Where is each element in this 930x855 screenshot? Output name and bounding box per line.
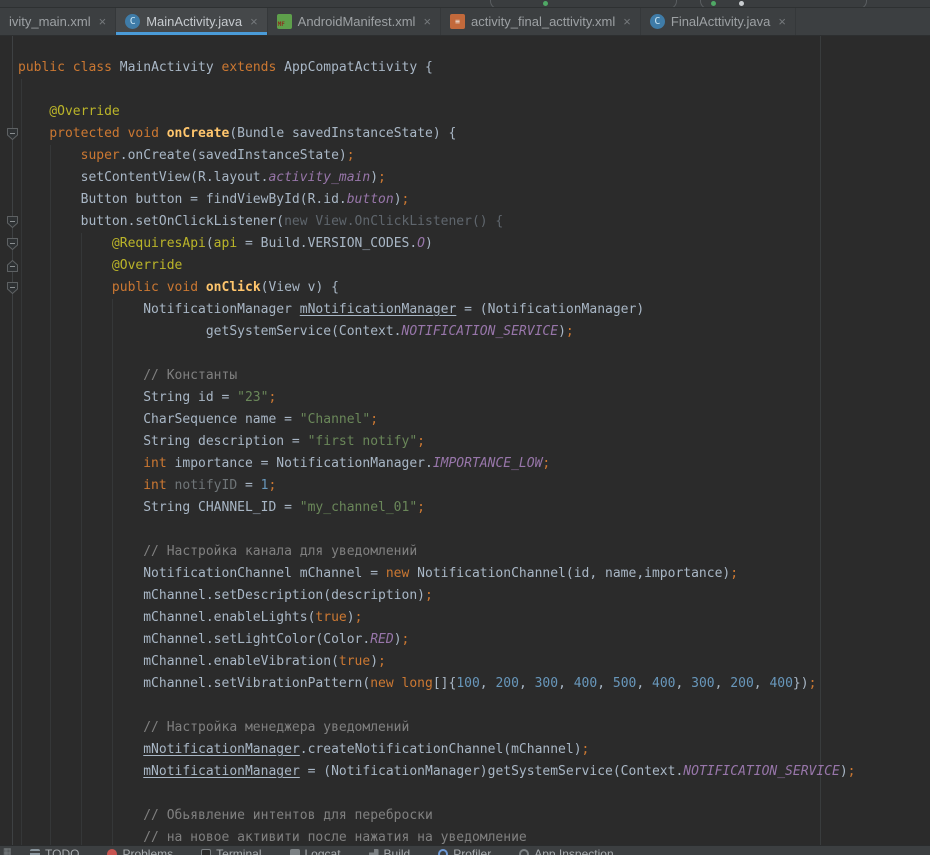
code-line-14 — [18, 343, 930, 365]
fold-collapse-up-icon[interactable] — [6, 259, 19, 273]
toolwindow-button-label: Profiler — [453, 847, 491, 855]
toolwindow-button-label: TODO — [45, 847, 79, 855]
tool-window-stack-icon[interactable]: ▦ — [3, 846, 12, 855]
tool-window-bar: ▦ TODO Problems Terminal Logcat Build Profile… — [0, 845, 930, 855]
code-line-34 — [18, 783, 930, 805]
code-line-7: Button button = findViewById(R.id.button… — [18, 189, 930, 211]
main-toolbar-partial — [0, 0, 930, 8]
tab-label: ivity_main.xml — [9, 14, 91, 29]
code-line-21: String CHANNEL_ID = "my_channel_01"; — [18, 497, 930, 519]
tab-label: AndroidManifest.xml — [298, 14, 416, 29]
code-line-26: mChannel.enableLights(true); — [18, 607, 930, 629]
toolwindow-button-todo[interactable]: TODO — [30, 847, 79, 855]
code-line-3: @Override — [18, 101, 930, 123]
code-line-28: mChannel.enableVibration(true); — [18, 651, 930, 673]
code-line-29: mChannel.setVibrationPattern(new long[]{… — [18, 673, 930, 695]
code-line-25: mChannel.setDescription(description); — [18, 585, 930, 607]
terminal-icon — [201, 849, 211, 855]
toolwindow-button-problems[interactable]: Problems — [107, 847, 173, 855]
fold-collapse-down-icon[interactable] — [6, 281, 19, 295]
tab-label: FinalActtivity.java — [671, 14, 770, 29]
code-line-4: protected void onCreate(Bundle savedInst… — [18, 123, 930, 145]
toolwindow-button-profiler[interactable]: Profiler — [438, 847, 491, 855]
toolwindow-button-app-inspection[interactable]: App Inspection — [519, 847, 613, 855]
tab-bar-empty-space — [796, 8, 930, 35]
fold-collapse-down-icon[interactable] — [6, 215, 19, 229]
code-line-11: public void onClick(View v) { — [18, 277, 930, 299]
problems-icon — [107, 849, 117, 855]
run-actions-button-partial[interactable] — [700, 0, 867, 8]
code-line-24: NotificationChannel mChannel = new Notif… — [18, 563, 930, 585]
toolwindow-button-label: Logcat — [305, 847, 341, 855]
toolwindow-button-label: Build — [384, 847, 411, 855]
code-line-20: int notifyID = 1; — [18, 475, 930, 497]
todo-icon — [30, 849, 40, 855]
device-status-dot — [543, 1, 548, 6]
close-icon[interactable]: × — [778, 14, 786, 29]
code-line-12: NotificationManager mNotificationManager… — [18, 299, 930, 321]
android-manifest-file-icon: MF — [277, 14, 292, 29]
code-line-13: getSystemService(Context.NOTIFICATION_SE… — [18, 321, 930, 343]
toolbar-dot-icon — [739, 1, 744, 6]
code-line-36: // на новое активити после нажатия на ув… — [18, 827, 930, 845]
layout-xml-file-icon: ≡ — [450, 14, 465, 29]
inspection-icon — [519, 849, 529, 855]
code-line-17: CharSequence name = "Channel"; — [18, 409, 930, 431]
close-icon[interactable]: × — [99, 14, 107, 29]
java-class-file-icon: C — [125, 14, 140, 29]
tab-label: MainActivity.java — [146, 14, 242, 29]
code-line-9: @RequiresApi(api = Build.VERSION_CODES.O… — [18, 233, 930, 255]
tab-ivity-main-xml[interactable]: ivity_main.xml × — [0, 8, 116, 35]
code-line-5: super.onCreate(savedInstanceState); — [18, 145, 930, 167]
close-icon[interactable]: × — [250, 14, 258, 29]
code-line-32: mNotificationManager.createNotificationC… — [18, 739, 930, 761]
tab-finalacttivity-java[interactable]: C FinalActtivity.java × — [641, 8, 796, 35]
code-line-27: mChannel.setLightColor(Color.RED); — [18, 629, 930, 651]
tab-bar: ivity_main.xml × C MainActivity.java × MF Andr… — [0, 8, 930, 36]
close-icon[interactable]: × — [423, 14, 431, 29]
tab-androidmanifest-xml[interactable]: MF AndroidManifest.xml × — [268, 8, 441, 35]
code-line-2 — [18, 79, 930, 101]
gutter-fold-line — [12, 36, 13, 845]
tab-activity-final-acttivity-xml[interactable]: ≡ activity_final_acttivity.xml × — [441, 8, 641, 35]
code-line-8: button.setOnClickListener(new View.OnCli… — [18, 211, 930, 233]
code-line-10: @Override — [18, 255, 930, 277]
toolwindow-button-logcat[interactable]: Logcat — [290, 847, 341, 855]
build-icon — [369, 849, 379, 855]
toolwindow-button-build[interactable]: Build — [369, 847, 411, 855]
code-line-18: String description = "first notify"; — [18, 431, 930, 453]
code-line-1: public class MainActivity extends AppCom… — [18, 57, 930, 79]
run-configuration-button-partial[interactable] — [490, 0, 677, 8]
code-line-23: // Настройка канала для уведомлений — [18, 541, 930, 563]
code-line-31: // Настройка менеджера уведомлений — [18, 717, 930, 739]
code-line-16: String id = "23"; — [18, 387, 930, 409]
toolwindow-button-label: App Inspection — [534, 847, 613, 855]
run-icon — [711, 1, 716, 6]
logcat-icon — [290, 849, 300, 855]
profiler-icon — [438, 849, 448, 855]
toolwindow-button-label: Terminal — [216, 847, 261, 855]
close-icon[interactable]: × — [623, 14, 631, 29]
code-editor[interactable]: public class MainActivity extends AppCom… — [0, 36, 930, 845]
code-line-22 — [18, 519, 930, 541]
toolwindow-button-terminal[interactable]: Terminal — [201, 847, 261, 855]
code-line-35: // Обьявление интентов для переброски — [18, 805, 930, 827]
fold-collapse-down-icon[interactable] — [6, 237, 19, 251]
code-line-33: mNotificationManager = (NotificationMana… — [18, 761, 930, 783]
tab-label: activity_final_acttivity.xml — [471, 14, 615, 29]
code-line-30 — [18, 695, 930, 717]
code-line-6: setContentView(R.layout.activity_main); — [18, 167, 930, 189]
java-class-file-icon: C — [650, 14, 665, 29]
code-line-19: int importance = NotificationManager.IMP… — [18, 453, 930, 475]
fold-collapse-down-icon[interactable] — [6, 127, 19, 141]
tab-mainactivity-java[interactable]: C MainActivity.java × — [116, 8, 267, 35]
toolwindow-button-label: Problems — [122, 847, 173, 855]
code-line-15: // Константы — [18, 365, 930, 387]
code-area[interactable]: public class MainActivity extends AppCom… — [18, 57, 930, 845]
